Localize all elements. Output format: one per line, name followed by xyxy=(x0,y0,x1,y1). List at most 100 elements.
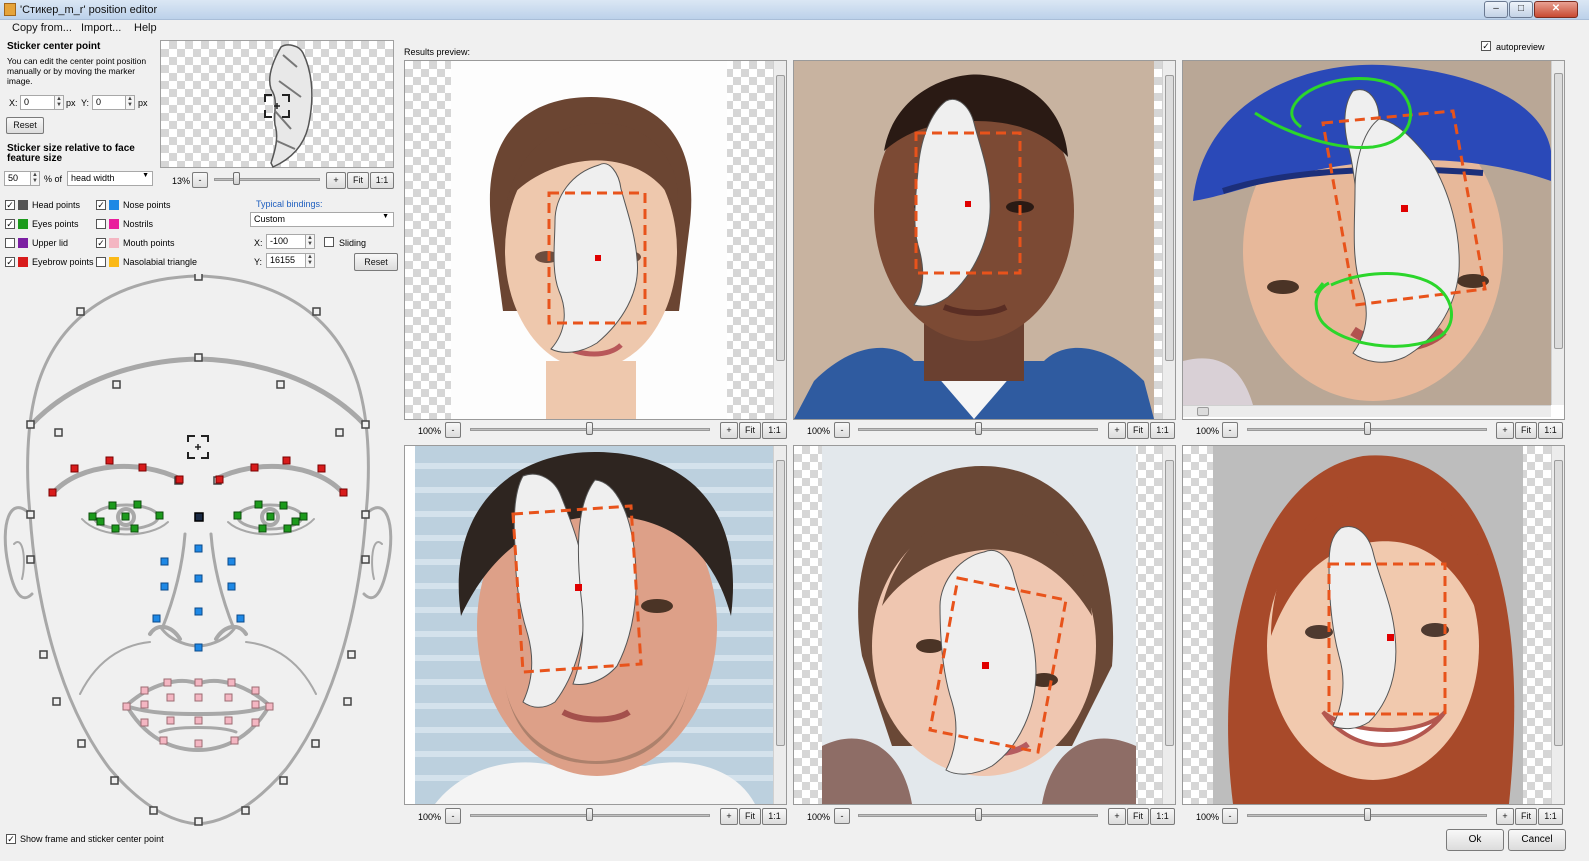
preview-3-horizontal-scrollbar[interactable] xyxy=(1183,405,1551,417)
thumb-zoom-slider[interactable] xyxy=(214,178,320,181)
eyebrow-points-checkbox[interactable]: ✓ xyxy=(5,257,15,267)
center-y-spinner[interactable]: ▲ ▼ xyxy=(125,95,135,110)
upper-lid-checkbox[interactable] xyxy=(5,238,15,248)
preview-6-fit-button[interactable]: Fit xyxy=(1515,808,1537,825)
preview-cell-5[interactable] xyxy=(793,445,1176,805)
preview-cell-2[interactable] xyxy=(793,60,1176,420)
preview-1-fit-button[interactable]: Fit xyxy=(739,422,761,439)
preview-5-zoom-handle[interactable] xyxy=(975,808,982,821)
size-basis-select[interactable]: head width ▼ xyxy=(67,171,153,186)
thumb-zoom-in-button[interactable]: + xyxy=(326,172,346,189)
thumb-1to1-button[interactable]: 1:1 xyxy=(370,172,394,189)
binding-x-input[interactable]: -100 xyxy=(266,234,306,249)
preview-cell-3[interactable] xyxy=(1182,60,1565,420)
thumb-fit-button[interactable]: Fit xyxy=(347,172,369,189)
typical-bindings-label: Typical bindings: xyxy=(256,199,323,209)
preview-3-zoom-in[interactable]: + xyxy=(1496,422,1514,439)
preview-1-1to1-button[interactable]: 1:1 xyxy=(762,422,787,439)
preview-2-vertical-scrollbar[interactable] xyxy=(1162,61,1175,419)
preview-5-vertical-scrollbar[interactable] xyxy=(1162,446,1175,804)
preview-5-fit-button[interactable]: Fit xyxy=(1127,808,1149,825)
minimize-button[interactable]: – xyxy=(1484,1,1508,18)
eyebrow-points[interactable] xyxy=(48,456,348,497)
preview-2-zoom-in[interactable]: + xyxy=(1108,422,1126,439)
preview-6-vertical-scrollbar[interactable] xyxy=(1551,446,1564,804)
preview-1-zoom-handle[interactable] xyxy=(586,422,593,435)
preview-6-zoom-out[interactable]: - xyxy=(1222,808,1238,824)
preview-1-zoom-out[interactable]: - xyxy=(445,422,461,438)
preview-3-vertical-scrollbar[interactable] xyxy=(1551,61,1564,405)
preview-5-zoom-out[interactable]: - xyxy=(834,808,850,824)
preview-6-zoom-level: 100% xyxy=(1196,812,1220,822)
maximize-button[interactable]: □ xyxy=(1509,1,1533,18)
preview-6-zoom-handle[interactable] xyxy=(1364,808,1371,821)
center-reset-button[interactable]: Reset xyxy=(6,117,44,134)
preview-5-1to1-button[interactable]: 1:1 xyxy=(1150,808,1175,825)
preview-4-1to1-button[interactable]: 1:1 xyxy=(762,808,787,825)
menu-copy-from[interactable]: Copy from... xyxy=(12,22,72,34)
size-heading: Sticker size relative to face feature si… xyxy=(7,143,135,164)
preview-3-zoom-out[interactable]: - xyxy=(1222,422,1238,438)
center-marker-icon[interactable] xyxy=(263,93,291,119)
preview-2-zoom-out[interactable]: - xyxy=(834,422,850,438)
bindings-reset-button[interactable]: Reset xyxy=(354,253,398,271)
nasolabial-triangle-swatch xyxy=(109,257,119,267)
typical-bindings-select[interactable]: Custom ▼ xyxy=(250,212,394,227)
preview-6-zoom-in[interactable]: + xyxy=(1496,808,1514,825)
nose-bridge-point[interactable] xyxy=(194,512,204,522)
upper-lid-label: Upper lid xyxy=(32,238,69,248)
cancel-button[interactable]: Cancel xyxy=(1508,829,1566,851)
size-value-input[interactable]: 50 xyxy=(4,171,32,186)
preview-4-fit-button[interactable]: Fit xyxy=(739,808,761,825)
sticker-thumbnail[interactable] xyxy=(160,40,394,168)
preview-2-fit-button[interactable]: Fit xyxy=(1127,422,1149,439)
menu-import[interactable]: Import... xyxy=(81,22,121,34)
mouth-points-checkbox[interactable]: ✓ xyxy=(96,238,106,248)
preview-6-1to1-button[interactable]: 1:1 xyxy=(1538,808,1563,825)
dropdown-arrow-icon: ▼ xyxy=(382,213,389,220)
nostrils-checkbox[interactable] xyxy=(96,219,106,229)
preview-3-zoom-handle[interactable] xyxy=(1364,422,1371,435)
preview-2-1to1-button[interactable]: 1:1 xyxy=(1150,422,1175,439)
preview-4-zoom-out[interactable]: - xyxy=(445,808,461,824)
eyes-points-checkbox[interactable]: ✓ xyxy=(5,219,15,229)
nasolabial-triangle-checkbox[interactable] xyxy=(96,257,106,267)
center-x-input[interactable]: 0 xyxy=(20,95,56,110)
close-button[interactable]: ✕ xyxy=(1534,1,1578,18)
preview-3-fit-button[interactable]: Fit xyxy=(1515,422,1537,439)
sliding-checkbox[interactable] xyxy=(324,237,334,247)
show-frame-checkbox[interactable]: ✓ xyxy=(6,834,16,844)
center-y-input[interactable]: 0 xyxy=(92,95,128,110)
menu-help[interactable]: Help xyxy=(134,22,157,34)
size-value-spinner[interactable]: ▲ ▼ xyxy=(30,171,40,186)
head-points-checkbox[interactable]: ✓ xyxy=(5,200,15,210)
preview-5-zoom-in[interactable]: + xyxy=(1108,808,1126,825)
preview-2-zoom-handle[interactable] xyxy=(975,422,982,435)
preview-4-vertical-scrollbar[interactable] xyxy=(773,446,786,804)
binding-y-input[interactable]: 16155 xyxy=(266,253,306,268)
thumb-zoom-out-button[interactable]: - xyxy=(192,172,208,188)
preview-3-1to1-button[interactable]: 1:1 xyxy=(1538,422,1563,439)
preview-3-zoom-level: 100% xyxy=(1196,426,1220,436)
preview-1-vertical-scrollbar[interactable] xyxy=(773,61,786,419)
preview-cell-1[interactable] xyxy=(404,60,787,420)
binding-y-spinner[interactable]: ▲ ▼ xyxy=(305,253,315,268)
center-x-spinner[interactable]: ▲ ▼ xyxy=(54,95,64,110)
preview-cell-6[interactable] xyxy=(1182,445,1565,805)
preview-4-zoom-in[interactable]: + xyxy=(720,808,738,825)
preview-1-zoom-in[interactable]: + xyxy=(720,422,738,439)
binding-x-spinner[interactable]: ▲ ▼ xyxy=(305,234,315,249)
center-marker-icon[interactable] xyxy=(187,435,209,459)
show-frame-label: Show frame and sticker center point xyxy=(20,834,164,844)
preview-4-zoom-handle[interactable] xyxy=(586,808,593,821)
nose-points-checkbox[interactable]: ✓ xyxy=(96,200,106,210)
preview-1-zoom-level: 100% xyxy=(418,426,442,436)
ok-button[interactable]: Ok xyxy=(1446,829,1504,851)
typical-bindings-value: Custom xyxy=(254,214,286,224)
face-landmark-map[interactable] xyxy=(0,272,400,830)
center-y-unit: px xyxy=(138,98,148,108)
autopreview-checkbox[interactable]: ✓ xyxy=(1481,41,1491,51)
preview-cell-4[interactable] xyxy=(404,445,787,805)
binding-y-label: Y: xyxy=(254,257,263,267)
thumb-zoom-slider-handle[interactable] xyxy=(233,172,240,185)
